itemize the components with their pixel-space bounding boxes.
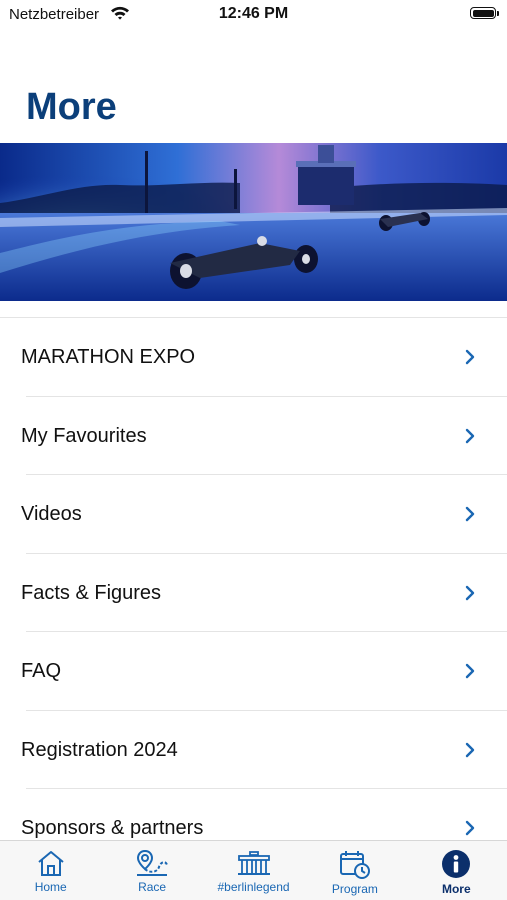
menu-item-label: Registration 2024 — [21, 738, 178, 761]
hero-banner-image — [0, 143, 507, 301]
tab-label: #berlinlegend — [217, 880, 290, 894]
menu-item-label: My Favourites — [21, 424, 147, 447]
menu-item-label: Videos — [21, 503, 82, 525]
menu-item-label: MARATHON EXPO — [21, 346, 196, 368]
menu-item-my-favourites[interactable]: My Favourites — [21, 397, 507, 475]
tab-label: Race — [138, 880, 167, 894]
chevron-right-icon — [465, 506, 475, 522]
tab-home[interactable]: Home — [0, 841, 101, 900]
battery-cap — [497, 11, 499, 16]
menu-item-faq[interactable]: FAQ — [21, 632, 507, 711]
tab-more[interactable]: More — [406, 841, 507, 900]
menu-item-facts-figures[interactable]: Facts & Figures — [21, 554, 507, 632]
bottom-tab-bar: Home Race #berlinlegend Program More — [0, 840, 507, 900]
brandenburg-gate-icon — [237, 851, 270, 875]
menu-item-label: Sponsors & partners — [21, 817, 204, 839]
tab-label: More — [441, 882, 471, 896]
tab-label: Program — [331, 882, 378, 896]
status-time: 12:46 PM — [218, 5, 289, 22]
menu-item-label: Facts & Figures — [21, 581, 162, 604]
status-bar: Netzbetreiber 12:46 PM — [0, 0, 507, 34]
tab-race[interactable]: Race — [101, 841, 202, 900]
menu-item-registration[interactable]: Registration 2024 — [21, 711, 507, 789]
chevron-right-icon — [465, 428, 475, 443]
race-map-icon — [137, 849, 169, 876]
calendar-clock-icon — [339, 851, 370, 879]
menu-item-label: FAQ — [21, 660, 62, 682]
battery-icon — [470, 7, 496, 19]
chevron-right-icon — [465, 349, 475, 365]
info-icon — [442, 850, 471, 878]
tab-berlinlegend[interactable]: #berlinlegend — [203, 841, 304, 900]
home-icon — [38, 851, 64, 876]
menu-item-marathon-expo[interactable]: MARATHON EXPO — [21, 318, 507, 397]
tab-program[interactable]: Program — [304, 841, 405, 900]
more-menu-list: MARATHON EXPO My Favourites Videos Facts… — [0, 318, 507, 868]
chevron-right-icon — [465, 663, 475, 679]
menu-item-videos[interactable]: Videos — [21, 475, 507, 554]
chevron-right-icon — [465, 820, 475, 836]
chevron-right-icon — [465, 742, 475, 757]
tab-label: Home — [34, 880, 67, 894]
page-title: More — [26, 86, 117, 128]
chevron-right-icon — [465, 585, 475, 600]
